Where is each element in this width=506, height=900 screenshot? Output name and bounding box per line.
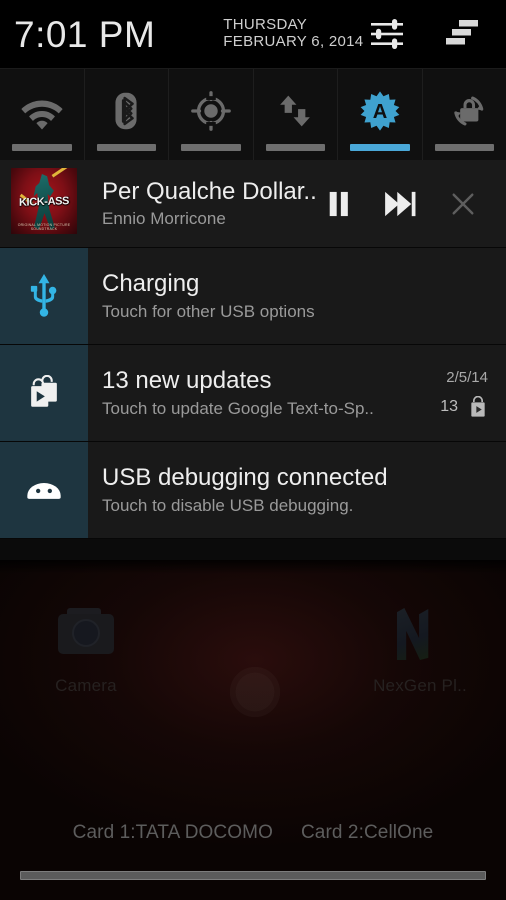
notification-subtitle: Touch to update Google Text-to-Sp.. <box>102 398 374 418</box>
notification-media-player[interactable]: KICK-ASS ORIGINAL MOTION PICTURE SOUNDTR… <box>0 160 506 248</box>
album-art-credits: ORIGINAL MOTION PICTURE SOUNDTRACK <box>17 223 71 231</box>
toggle-bluetooth[interactable] <box>84 69 169 160</box>
home-icon-camera[interactable]: Camera <box>32 604 140 696</box>
toggle-indicator <box>181 144 241 151</box>
notification-title: USB debugging connected <box>102 464 388 492</box>
bluetooth-icon <box>115 92 137 129</box>
toggle-wifi[interactable] <box>0 69 85 160</box>
sim-card-2-label: Card 2:CellOne <box>300 822 434 843</box>
play-store-bag-small-icon <box>471 395 485 417</box>
dismiss-button[interactable] <box>446 187 480 221</box>
notification-subtitle: Touch for other USB options <box>102 301 315 321</box>
toggle-gps[interactable] <box>169 69 254 160</box>
close-x-icon <box>452 193 474 214</box>
auto-brightness-icon: A <box>360 90 400 131</box>
notification-shade: 7:01 PM THURSDAY FEBRUARY 6, 2014 A KICK… <box>0 0 506 560</box>
notification-charging[interactable]: Charging Touch for other USB options <box>0 248 506 345</box>
shade-drop-shadow <box>0 560 506 574</box>
sim-card-1-label: Card 1:TATA DOCOMO <box>72 822 273 843</box>
notification-list: KICK-ASS ORIGINAL MOTION PICTURE SOUNDTR… <box>0 160 506 539</box>
notification-meta: 2/5/14 13 <box>440 369 498 418</box>
next-track-button[interactable] <box>384 187 418 221</box>
pause-button[interactable] <box>322 187 356 221</box>
home-icon-label: NexGen Pl.. <box>373 676 467 695</box>
shade-drag-handle[interactable] <box>20 871 486 880</box>
play-store-bag-icon <box>31 375 57 407</box>
toggle-indicator <box>12 144 72 151</box>
date-label: FEBRUARY 6, 2014 <box>223 33 364 50</box>
notification-timestamp: 2/5/14 <box>446 368 488 386</box>
quick-settings-toggle-row: A <box>0 68 506 160</box>
album-art-title: KICK-ASS <box>19 195 69 209</box>
toggle-indicator <box>265 144 325 151</box>
clock: 7:01 PM <box>14 13 156 55</box>
notification-count: 13 <box>440 397 458 415</box>
home-icon-nexgen-player[interactable]: NexGen Pl.. <box>366 604 474 696</box>
data-sync-arrows-icon <box>280 95 311 126</box>
track-title: Per Qualche Dollar.. <box>102 177 317 205</box>
toggle-indicator <box>350 144 410 151</box>
notification-updates[interactable]: 13 new updates Touch to update Google Te… <box>0 345 506 442</box>
notification-title: 13 new updates <box>102 367 272 395</box>
notification-icon-panel <box>0 345 88 441</box>
nexgen-player-icon <box>389 604 451 666</box>
toggle-rotation-lock[interactable] <box>422 69 506 160</box>
svg-text:A: A <box>372 101 387 123</box>
track-artist: Ennio Morricone <box>102 209 226 229</box>
notification-icon-panel <box>0 442 88 538</box>
shade-header: 7:01 PM THURSDAY FEBRUARY 6, 2014 <box>0 0 506 68</box>
notification-subtitle: Touch to disable USB debugging. <box>102 495 354 515</box>
toggle-data-sync[interactable] <box>253 69 338 160</box>
toggle-indicator <box>434 144 494 151</box>
notification-icon-panel <box>0 248 88 344</box>
album-art-panel: KICK-ASS ORIGINAL MOTION PICTURE SOUNDTR… <box>0 160 88 247</box>
weekday-label: THURSDAY <box>223 16 308 34</box>
notification-usb-debugging[interactable]: USB debugging connected Touch to disable… <box>0 442 506 539</box>
album-art: KICK-ASS ORIGINAL MOTION PICTURE SOUNDTR… <box>11 168 77 234</box>
media-controls <box>322 187 498 221</box>
notification-title: Charging <box>102 270 200 298</box>
date-block: THURSDAY FEBRUARY 6, 2014 <box>223 16 364 51</box>
android-head-icon <box>27 482 61 499</box>
toggle-indicator <box>96 144 156 151</box>
location-gps-icon <box>190 90 231 131</box>
next-track-icon <box>385 191 416 216</box>
wifi-icon <box>21 99 63 129</box>
usb-icon <box>30 274 57 317</box>
toggle-auto-brightness[interactable]: A <box>338 69 423 160</box>
sim-carrier-bar: Card 1:TATA DOCOMO Card 2:CellOne <box>0 822 506 844</box>
settings-sliders-icon[interactable] <box>370 18 404 50</box>
notification-list-icon[interactable] <box>446 18 478 46</box>
camera-icon <box>55 604 117 666</box>
android-notification-shade-screen: Camera NexGen Pl.. Card 1:TATA DOCOMO Ca… <box>0 0 506 900</box>
pause-icon <box>329 191 348 216</box>
rotation-lock-icon <box>454 96 484 125</box>
home-icon-label: Camera <box>55 676 117 695</box>
